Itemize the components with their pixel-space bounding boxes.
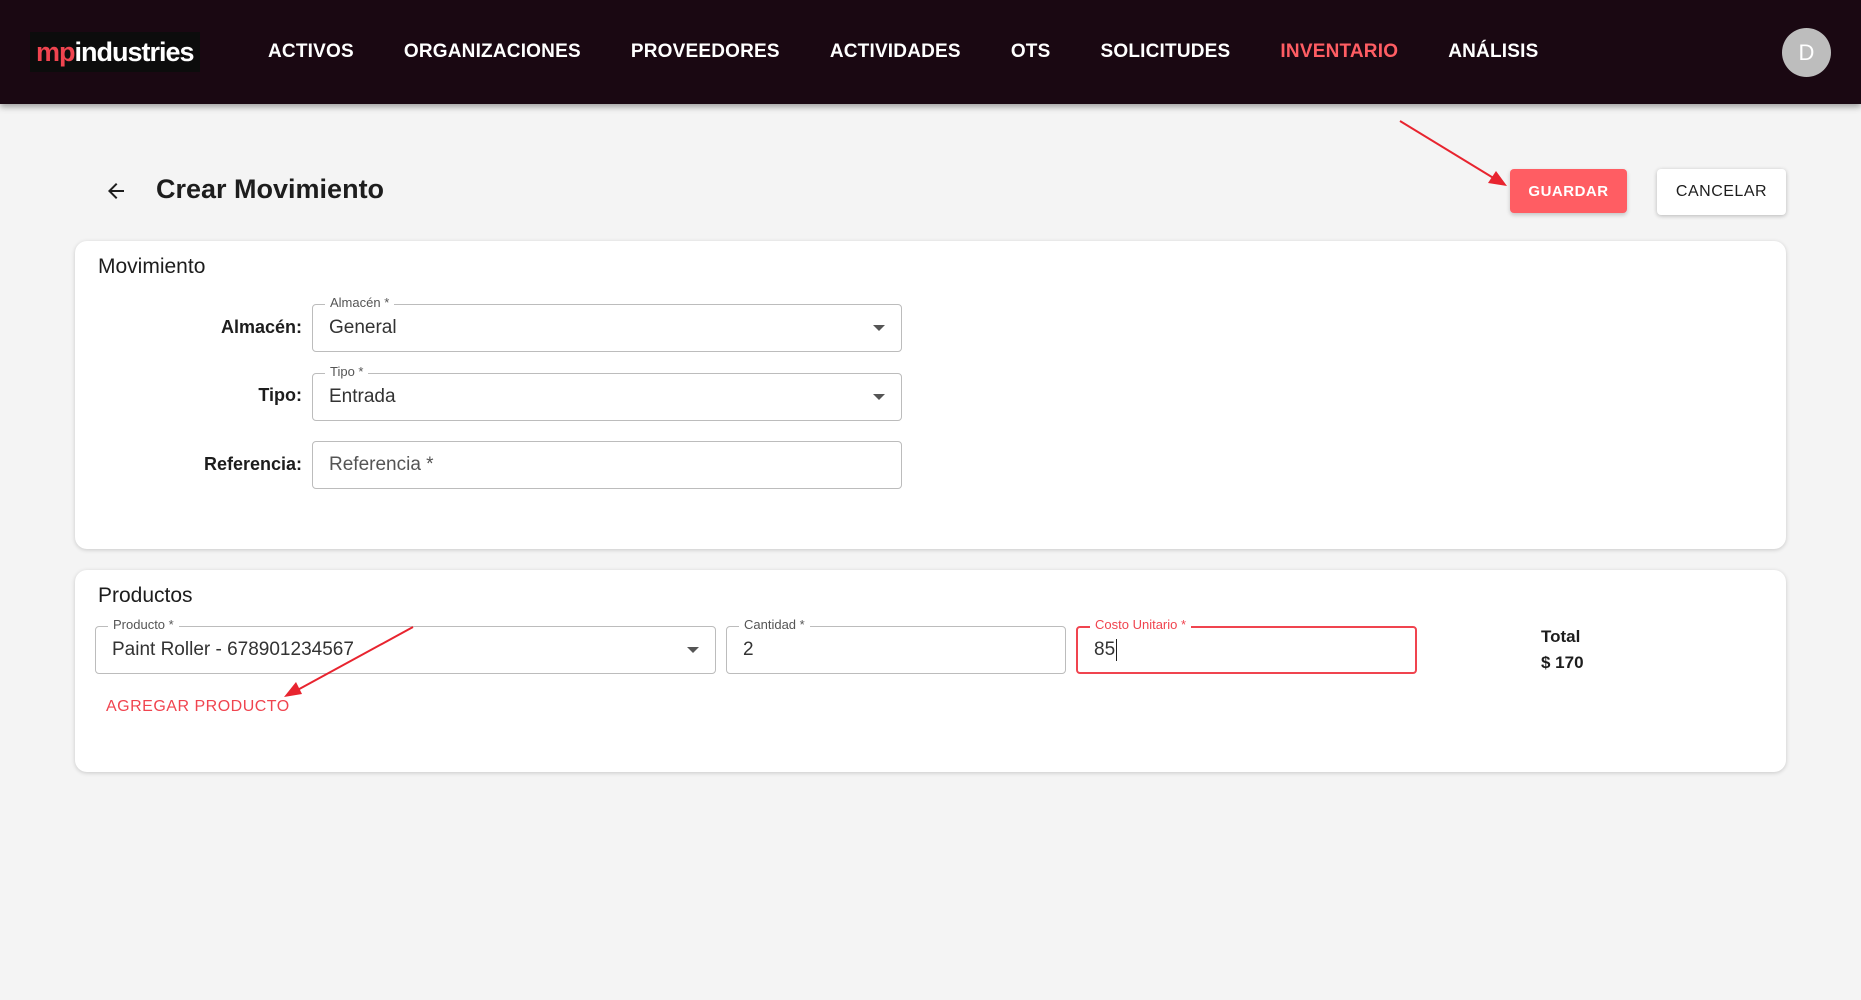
top-navigation-bar: mp industries ACTIVOS ORGANIZACIONES PROV…	[0, 0, 1861, 104]
nav-item-organizaciones[interactable]: ORGANIZACIONES	[404, 41, 581, 63]
nav-item-activos[interactable]: ACTIVOS	[268, 41, 354, 63]
nav-item-analisis[interactable]: ANÁLISIS	[1448, 41, 1538, 63]
costo-unitario-value-wrap: 85	[1094, 628, 1118, 672]
movimiento-section-title: Movimiento	[98, 255, 206, 278]
chevron-down-icon	[687, 647, 699, 653]
referencia-label: Referencia:	[203, 454, 302, 474]
logo-part-industries: industries	[74, 36, 195, 67]
back-arrow-icon	[108, 183, 124, 199]
total-value: $ 170	[1541, 653, 1584, 672]
annotation-arrow-save	[1399, 120, 1507, 186]
nav-item-actividades[interactable]: ACTIVIDADES	[830, 41, 961, 63]
company-logo[interactable]: mp industries	[30, 32, 200, 72]
chevron-down-icon	[873, 394, 885, 400]
producto-select[interactable]: Producto * Paint Roller - 678901234567	[95, 617, 716, 674]
costo-unitario-value: 85	[1094, 639, 1116, 660]
productos-section-title: Productos	[98, 584, 193, 607]
logo-part-mp: mp	[36, 36, 75, 67]
nav-item-proveedores[interactable]: PROVEEDORES	[631, 41, 780, 63]
total-label: Total	[1541, 627, 1581, 646]
almacen-value: General	[329, 317, 397, 338]
add-product-button[interactable]: AGREGAR PRODUCTO	[106, 698, 290, 716]
cancel-button[interactable]: CANCELAR	[1657, 169, 1786, 215]
page-title: Crear Movimiento	[156, 174, 385, 204]
tipo-value: Entrada	[329, 386, 396, 407]
back-button[interactable]	[100, 175, 132, 207]
user-avatar[interactable]: D	[1782, 28, 1831, 77]
text-cursor	[1116, 639, 1118, 661]
chevron-down-icon	[873, 325, 885, 331]
nav-item-solicitudes[interactable]: SOLICITUDES	[1100, 41, 1230, 63]
save-button[interactable]: GUARDAR	[1510, 169, 1627, 213]
main-nav: ACTIVOS ORGANIZACIONES PROVEEDORES ACTIV…	[268, 0, 1588, 104]
costo-unitario-input[interactable]: Costo Unitario * 85	[1076, 617, 1417, 674]
almacen-label: Almacén:	[220, 317, 302, 337]
nav-item-inventario[interactable]: INVENTARIO	[1280, 41, 1398, 63]
producto-value: Paint Roller - 678901234567	[112, 639, 354, 660]
productos-card: Productos Producto * Paint Roller - 6789…	[75, 570, 1786, 772]
cantidad-value: 2	[743, 639, 754, 660]
almacen-select[interactable]: Almacén * General	[312, 295, 902, 352]
referencia-input[interactable]: Referencia *	[312, 441, 902, 489]
cantidad-input[interactable]: Cantidad * 2	[726, 617, 1066, 674]
tipo-select[interactable]: Tipo * Entrada	[312, 364, 902, 421]
nav-item-ots[interactable]: OTS	[1011, 41, 1051, 63]
tipo-label: Tipo:	[258, 385, 302, 405]
referencia-placeholder: Referencia *	[329, 454, 434, 475]
movimiento-card: Movimiento Almacén: Almacén * General Ti…	[75, 241, 1786, 549]
